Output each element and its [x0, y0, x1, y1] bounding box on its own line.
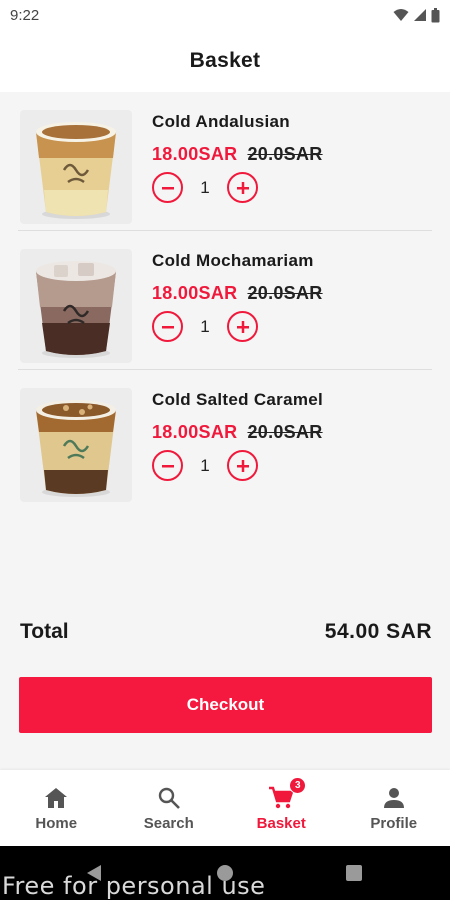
status-icons	[393, 7, 440, 23]
increase-button[interactable]	[227, 311, 258, 342]
system-navigation-bar: Free for personal use	[0, 846, 450, 900]
increase-button[interactable]	[227, 172, 258, 203]
basket-item: Cold Mochamariam 18.00SAR 20.0SAR 1	[18, 231, 432, 370]
increase-button[interactable]	[227, 450, 258, 481]
bottom-nav: Home Search 3 Basket Profile	[0, 770, 450, 846]
checkout-button[interactable]: Checkout	[19, 677, 432, 733]
item-name: Cold Mochamariam	[152, 251, 314, 270]
nav-home[interactable]: Home	[0, 770, 113, 846]
plus-icon	[236, 459, 249, 472]
item-old-price: 20.0SAR	[247, 422, 323, 442]
nav-basket[interactable]: 3 Basket	[225, 770, 338, 846]
home-icon-wrap	[44, 785, 68, 811]
drink-cup-icon	[36, 122, 116, 219]
battery-icon	[431, 7, 440, 22]
nav-profile-label: Profile	[370, 814, 418, 832]
search-icon	[158, 787, 180, 809]
product-image	[20, 110, 132, 224]
wifi-icon	[393, 9, 409, 21]
quantity-value: 1	[200, 177, 210, 197]
nav-profile[interactable]: Profile	[338, 770, 450, 846]
minus-icon	[161, 186, 174, 189]
header: Basket	[0, 30, 450, 92]
total-label: Total	[20, 620, 69, 643]
home-icon	[45, 787, 68, 808]
minus-icon	[161, 464, 174, 467]
product-image	[20, 388, 132, 502]
recents-icon[interactable]	[345, 864, 363, 882]
quantity-value: 1	[200, 455, 210, 475]
person-icon	[383, 787, 404, 808]
item-prices: 18.00SAR 20.0SAR	[152, 422, 323, 443]
drink-cup-icon	[36, 400, 116, 497]
cart-icon-wrap: 3	[268, 776, 307, 811]
basket-count-badge: 3	[289, 776, 307, 794]
person-icon-wrap	[383, 785, 405, 811]
quantity-value: 1	[200, 316, 210, 336]
item-price: 18.00SAR	[152, 422, 238, 442]
decrease-button[interactable]	[152, 311, 183, 342]
plus-icon	[236, 181, 249, 194]
nav-home-label: Home	[35, 814, 78, 832]
product-image	[20, 249, 132, 363]
item-prices: 18.00SAR 20.0SAR	[152, 144, 323, 165]
quantity-stepper: 1	[152, 450, 258, 481]
item-price: 18.00SAR	[152, 144, 238, 164]
total-value: 54.00 SAR	[324, 620, 432, 643]
total-row: Total 54.00 SAR	[20, 620, 432, 644]
search-icon-wrap	[157, 785, 181, 811]
nav-basket-label: Basket	[256, 814, 306, 832]
status-bar: 9:22	[0, 0, 450, 30]
item-name: Cold Salted Caramel	[152, 390, 324, 409]
nav-search[interactable]: Search	[113, 770, 226, 846]
plus-icon	[236, 320, 249, 333]
item-price: 18.00SAR	[152, 283, 238, 303]
item-old-price: 20.0SAR	[247, 283, 323, 303]
signal-icon	[414, 9, 426, 21]
drink-cup-icon	[36, 261, 116, 358]
item-prices: 18.00SAR 20.0SAR	[152, 283, 323, 304]
item-old-price: 20.0SAR	[247, 144, 323, 164]
basket-list: Cold Andalusian 18.00SAR 20.0SAR 1 Cold …	[0, 92, 450, 509]
watermark: Free for personal use	[2, 872, 266, 900]
basket-item: Cold Salted Caramel 18.00SAR 20.0SAR 1	[18, 370, 432, 509]
decrease-button[interactable]	[152, 450, 183, 481]
basket-item: Cold Andalusian 18.00SAR 20.0SAR 1	[18, 92, 432, 231]
decrease-button[interactable]	[152, 172, 183, 203]
quantity-stepper: 1	[152, 311, 258, 342]
item-name: Cold Andalusian	[152, 112, 290, 131]
status-time: 9:22	[10, 6, 40, 24]
minus-icon	[161, 325, 174, 328]
nav-search-label: Search	[143, 814, 194, 832]
page-title: Basket	[189, 49, 261, 72]
quantity-stepper: 1	[152, 172, 258, 203]
